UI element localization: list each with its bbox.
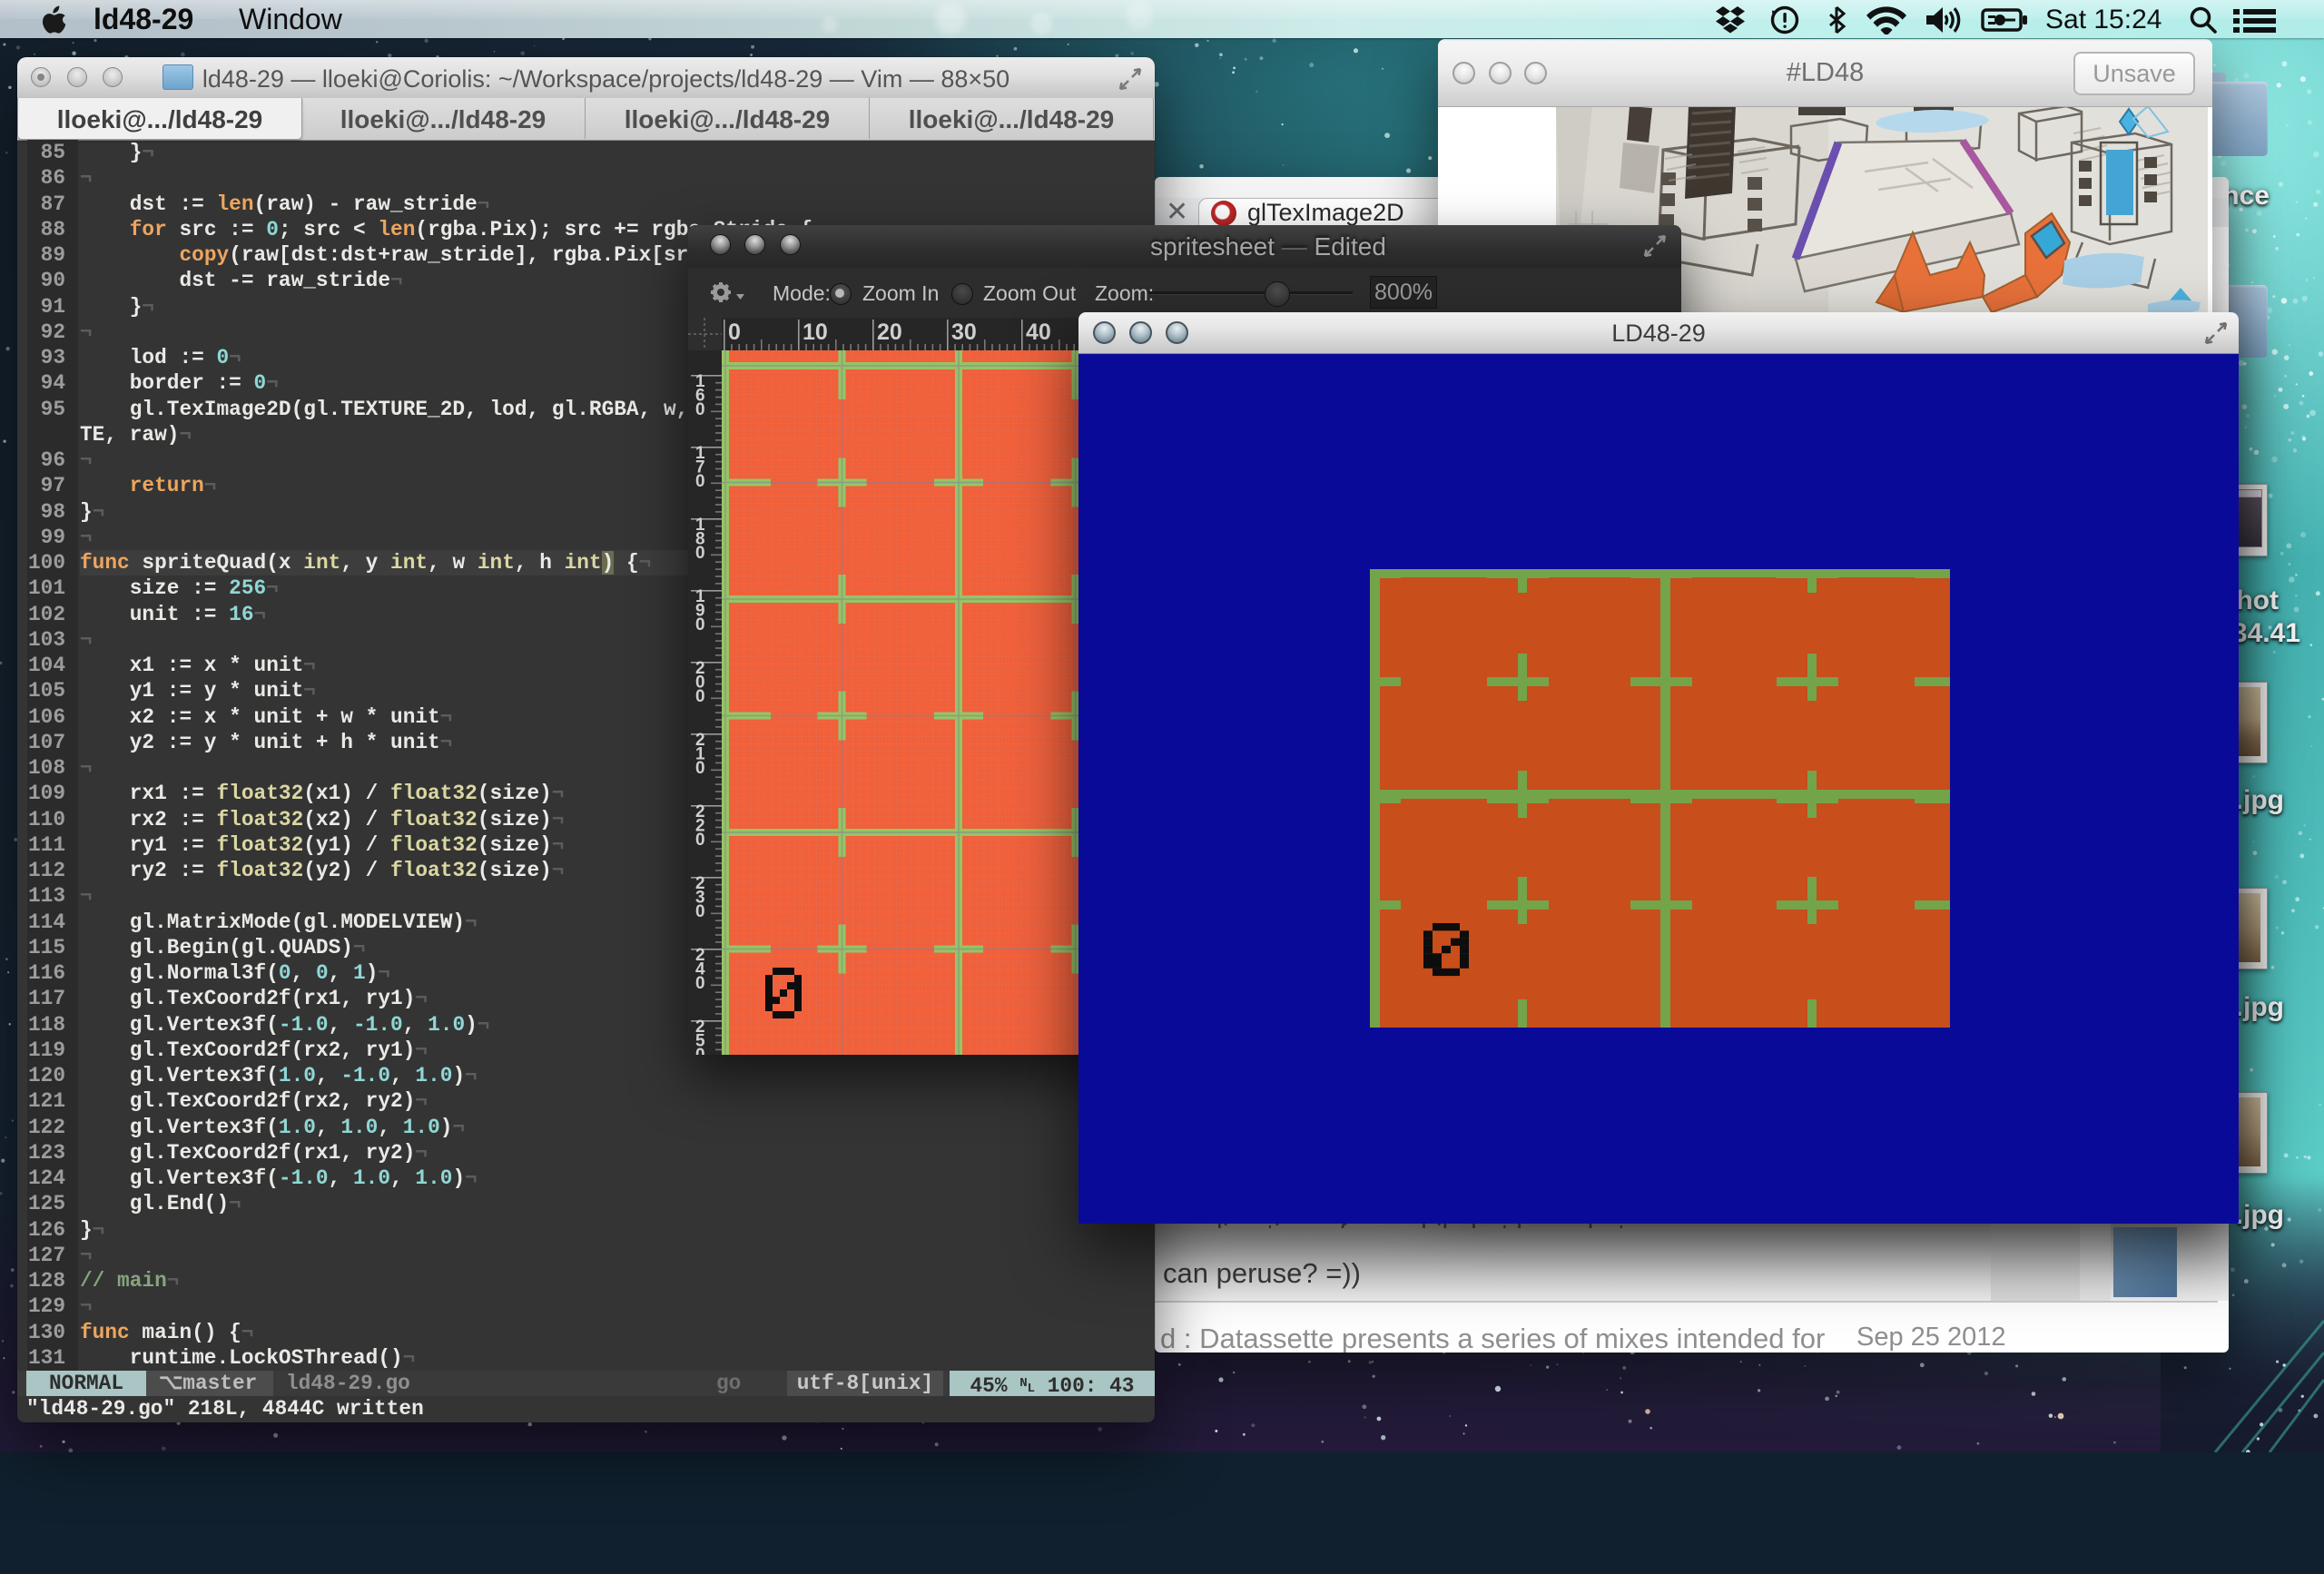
svg-text:0: 0 xyxy=(728,320,741,345)
svg-text:0: 0 xyxy=(695,974,705,993)
svg-text:40: 40 xyxy=(1026,320,1051,345)
svg-text:0: 0 xyxy=(695,687,705,706)
svg-text:0: 0 xyxy=(695,400,705,419)
svg-text:0: 0 xyxy=(695,759,705,778)
svg-text:0: 0 xyxy=(695,902,705,921)
svg-text:30: 30 xyxy=(951,320,977,345)
svg-text:0: 0 xyxy=(695,1046,705,1055)
svg-text:0: 0 xyxy=(695,831,705,850)
svg-text:0: 0 xyxy=(695,472,705,491)
svg-text:0: 0 xyxy=(695,615,705,635)
svg-text:0: 0 xyxy=(695,544,705,563)
svg-text:10: 10 xyxy=(803,320,828,345)
svg-text:20: 20 xyxy=(877,320,902,345)
